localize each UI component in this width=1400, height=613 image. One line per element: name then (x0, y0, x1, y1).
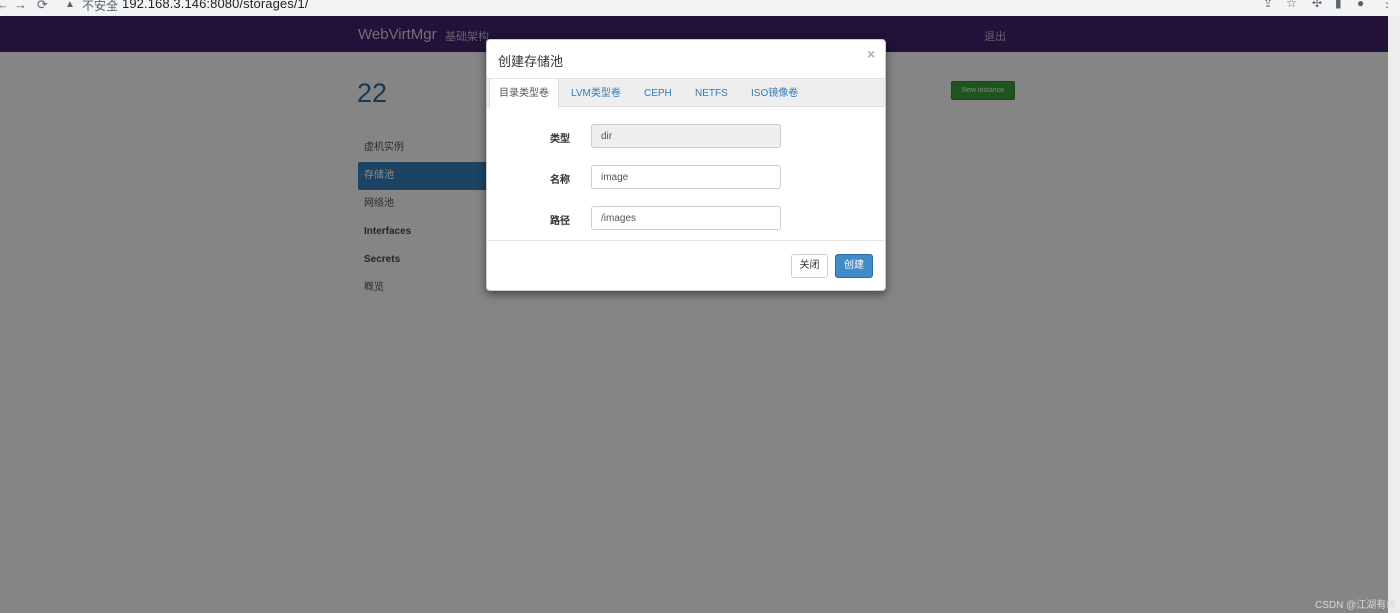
tab-netfs[interactable]: NETFS (695, 79, 728, 108)
address-separator: | (113, 0, 117, 11)
tab-lvm[interactable]: LVM类型卷 (571, 79, 621, 108)
star-icon[interactable]: ☆ (1286, 0, 1297, 10)
create-storage-pool-modal: 创建存储池 × 目录类型卷 LVM类型卷 CEPH NETFS ISO镜像卷 类… (486, 39, 886, 291)
tab-iso[interactable]: ISO镜像卷 (751, 79, 798, 108)
name-field[interactable] (591, 165, 781, 189)
storage-type-tabs: 目录类型卷 LVM类型卷 CEPH NETFS ISO镜像卷 (487, 78, 885, 109)
modal-footer-divider (487, 240, 885, 241)
watermark: CSDN @江湖有缘 (1315, 600, 1397, 611)
forward-arrow-icon[interactable]: → (14, 0, 27, 12)
close-button[interactable]: 关闭 (791, 254, 828, 278)
warning-icon[interactable]: ▲ (65, 0, 75, 10)
profile-icon[interactable]: ● (1357, 0, 1364, 10)
browser-toolbar: ← → ⟳ ▲ 不安全 | 192.168.3.146:8080/storage… (0, 0, 1400, 16)
tab-ceph[interactable]: CEPH (644, 79, 672, 108)
path-field[interactable] (591, 206, 781, 230)
type-label: 类型 (550, 134, 570, 145)
share-icon[interactable]: ⇪ (1263, 0, 1273, 10)
modal-title: 创建存储池 (498, 54, 564, 69)
type-field[interactable] (591, 124, 781, 148)
page-scrollbar[interactable] (1388, 16, 1400, 613)
close-icon[interactable]: × (867, 46, 875, 62)
menu-icon[interactable]: ⋮ (1381, 0, 1393, 10)
create-button[interactable]: 创建 (835, 254, 873, 278)
back-arrow-icon[interactable]: ← (0, 0, 9, 12)
name-label: 名称 (550, 175, 570, 186)
path-label: 路径 (550, 216, 570, 227)
address-bar-url[interactable]: 192.168.3.146:8080/storages/1/ (122, 0, 309, 11)
tab-directory[interactable]: 目录类型卷 (489, 79, 559, 109)
extensions-icon[interactable]: ✣ (1312, 0, 1322, 10)
reload-icon[interactable]: ⟳ (37, 0, 48, 13)
side-panel-icon[interactable]: ▮ (1335, 0, 1342, 10)
